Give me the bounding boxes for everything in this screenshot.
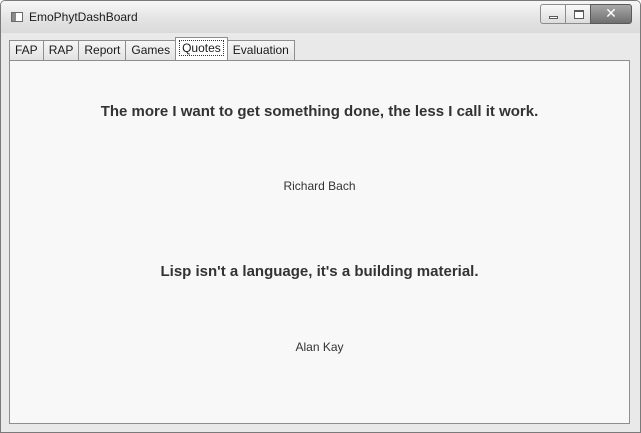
tab-label: Report <box>84 43 121 57</box>
tab-label: Games <box>131 43 171 57</box>
tab-strip: FAP RAP Report Games Quotes Evaluation <box>9 37 295 60</box>
window-title: EmoPhytDashBoard <box>29 10 138 24</box>
close-button[interactable]: ✕ <box>590 4 632 24</box>
tab-label: Quotes <box>179 40 224 56</box>
minimize-button[interactable] <box>540 4 566 24</box>
close-icon: ✕ <box>605 6 617 22</box>
quote-text: The more I want to get something done, t… <box>100 103 539 120</box>
tab-fap[interactable]: FAP <box>9 40 44 60</box>
tab-label: RAP <box>48 43 74 57</box>
window-controls: ✕ <box>540 4 632 24</box>
quote-author: Richard Bach <box>283 179 356 193</box>
quote-text: Lisp isn't a language, it's a building m… <box>160 263 479 280</box>
maximize-icon <box>574 10 584 19</box>
tab-rap[interactable]: RAP <box>42 40 80 60</box>
app-window-icon[interactable] <box>11 12 23 22</box>
tab-label: Evaluation <box>232 43 289 57</box>
minimize-icon <box>549 16 558 19</box>
quote-author: Alan Kay <box>295 340 344 354</box>
quotes-panel: The more I want to get something done, t… <box>9 60 630 424</box>
tab-games[interactable]: Games <box>125 40 177 60</box>
tab-evaluation[interactable]: Evaluation <box>226 40 295 60</box>
tab-quotes[interactable]: Quotes <box>175 37 228 60</box>
tab-label: FAP <box>15 43 38 57</box>
title-bar[interactable]: EmoPhytDashBoard ✕ <box>1 1 640 33</box>
app-window: EmoPhytDashBoard ✕ FAP RAP Report Games <box>0 0 641 433</box>
maximize-button[interactable] <box>565 4 591 24</box>
tab-report[interactable]: Report <box>78 40 127 60</box>
